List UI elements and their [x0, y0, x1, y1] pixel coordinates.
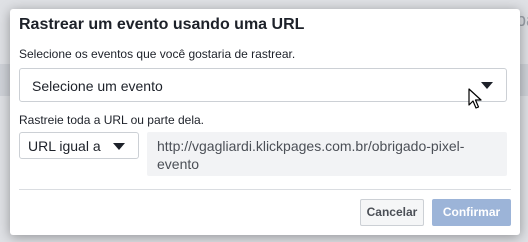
- chevron-down-icon: [113, 143, 125, 150]
- confirm-button[interactable]: Confirmar: [432, 199, 511, 226]
- track-event-dialog: Rastrear um evento usando uma URL Seleci…: [10, 9, 520, 235]
- url-rule-label: Rastreie toda a URL ou parte dela.: [19, 113, 204, 127]
- chevron-down-icon: [481, 82, 493, 89]
- url-rule-dropdown[interactable]: URL igual a: [19, 132, 139, 159]
- event-select-dropdown[interactable]: Selecione um evento: [19, 68, 507, 102]
- cancel-button[interactable]: Cancelar: [360, 199, 424, 226]
- footer-divider: [19, 189, 511, 190]
- mouse-pointer-icon: [468, 88, 482, 109]
- event-select-label: Selecione os eventos que você gostaria d…: [19, 47, 296, 61]
- event-select-value: Selecione um evento: [32, 78, 163, 94]
- url-field[interactable]: http://vgagliardi.klickpages.com.br/obri…: [147, 132, 507, 176]
- dialog-title: Rastrear um evento usando uma URL: [19, 16, 305, 33]
- url-rule-value: URL igual a: [28, 138, 101, 154]
